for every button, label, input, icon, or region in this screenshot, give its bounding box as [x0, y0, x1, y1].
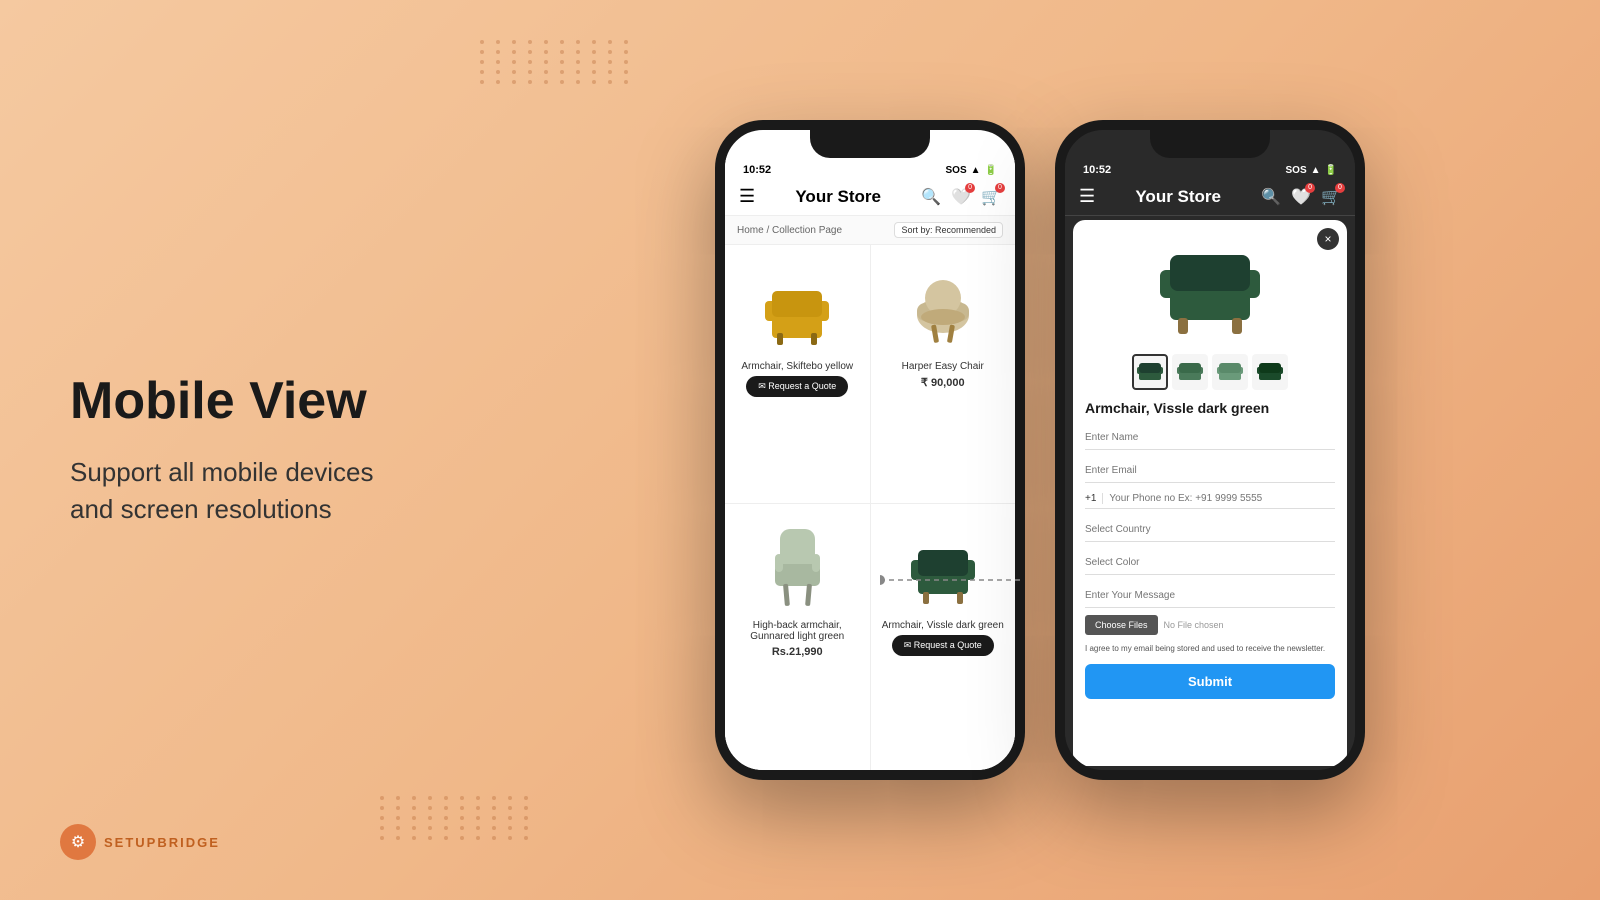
no-file-text: No File chosen: [1164, 620, 1224, 630]
country-input[interactable]: [1085, 524, 1335, 535]
status-icons-light: SOS ▲ 🔋: [946, 165, 997, 176]
phone-light: 10:52 SOS ▲ 🔋 ☰ Your Store 🔍 🤍 0 🛒 0: [715, 120, 1025, 780]
breadcrumb-text: Home / Collection Page: [737, 225, 842, 236]
phone-dark-content: 10:52 SOS ▲ 🔋 ☰ Your Store 🔍 🤍 0 🛒 0: [1065, 158, 1355, 770]
form-field-country: [1085, 515, 1335, 542]
search-icon-light[interactable]: 🔍: [921, 187, 941, 207]
breadcrumb-bar: Home / Collection Page Sort by: Recommen…: [725, 216, 1015, 245]
product-price-3: Rs.21,990: [772, 646, 823, 658]
store-title-light: Your Store: [795, 187, 881, 207]
wifi-icon-dark: ▲: [1311, 165, 1321, 176]
name-input[interactable]: [1085, 432, 1335, 443]
product-image-3: [733, 514, 862, 614]
phone-input[interactable]: [1109, 493, 1335, 504]
form-field-email: [1085, 456, 1335, 483]
thumb-3[interactable]: [1212, 354, 1248, 390]
cart-badge-light: 0: [995, 183, 1005, 193]
email-input[interactable]: [1085, 465, 1335, 476]
phone-notch-dark: [1150, 130, 1270, 158]
product-grid: Armchair, Skiftebo yellow ✉ Request a Qu…: [725, 245, 1015, 770]
product-name-1: Armchair, Skiftebo yellow: [741, 361, 853, 372]
sos-icon-dark: SOS: [1286, 165, 1307, 176]
cart-badge-dark: 0: [1335, 183, 1345, 193]
thumb-4[interactable]: [1252, 354, 1288, 390]
chair-beige-svg: [903, 263, 983, 348]
product-card-4: Armchair, Vissle dark green ✉ Request a …: [871, 504, 1016, 770]
time-light: 10:52: [743, 164, 771, 176]
battery-icon-light: 🔋: [985, 165, 997, 176]
product-card-3: High-back armchair, Gunnared light green…: [725, 504, 870, 770]
chair-yellow-svg: [757, 263, 837, 348]
quote-button-4[interactable]: ✉ Request a Quote: [892, 635, 994, 656]
color-input[interactable]: [1085, 557, 1335, 568]
product-image-1: [733, 255, 862, 355]
left-section: Mobile View Support all mobile devicesan…: [0, 313, 480, 587]
sub-title: Support all mobile devicesand screen res…: [70, 454, 410, 527]
form-field-phone: +1: [1085, 489, 1335, 509]
phone-dark: 10:52 SOS ▲ 🔋 ☰ Your Store 🔍 🤍 0 🛒 0: [1055, 120, 1365, 780]
navbar-dark: ☰ Your Store 🔍 🤍 0 🛒 0: [1065, 178, 1355, 216]
cart-icon-light[interactable]: 🛒 0: [981, 187, 1001, 207]
product-thumbnails: [1073, 350, 1347, 394]
time-dark: 10:52: [1083, 164, 1111, 176]
modal-header: ×: [1073, 220, 1347, 350]
search-icon-dark[interactable]: 🔍: [1261, 187, 1281, 207]
main-title: Mobile View: [70, 373, 410, 430]
status-icons-dark: SOS ▲ 🔋: [1286, 165, 1337, 176]
consent-text: I agree to my email being stored and use…: [1085, 643, 1335, 654]
product-card-2: Harper Easy Chair ₹ 90,000: [871, 245, 1016, 503]
phones-container: 10:52 SOS ▲ 🔋 ☰ Your Store 🔍 🤍 0 🛒 0: [480, 90, 1600, 810]
country-code: +1: [1085, 493, 1103, 504]
sos-icon-light: SOS: [946, 165, 967, 176]
submit-button[interactable]: Submit: [1085, 664, 1335, 699]
navbar-light: ☰ Your Store 🔍 🤍 0 🛒 0: [725, 178, 1015, 216]
brand-icon: ⚙: [60, 824, 96, 860]
brand-logo: ⚙ SETUPBRIDGE: [60, 824, 220, 860]
product-name-3: High-back armchair, Gunnared light green: [733, 620, 862, 642]
brand-text: SETUPBRIDGE: [104, 835, 220, 850]
navbar-icons-dark: 🔍 🤍 0 🛒 0: [1261, 187, 1341, 207]
product-price-2: ₹ 90,000: [921, 376, 965, 389]
navbar-icons-light: 🔍 🤍 0 🛒 0: [921, 187, 1001, 207]
status-bar-light: 10:52 SOS ▲ 🔋: [725, 158, 1015, 178]
dots-top-decoration: [480, 40, 634, 84]
product-image-4: [879, 514, 1008, 614]
product-name-4: Armchair, Vissle dark green: [882, 620, 1004, 631]
battery-icon-dark: 🔋: [1325, 165, 1337, 176]
wishlist-icon-light[interactable]: 🤍 0: [951, 187, 971, 207]
wifi-icon-light: ▲: [971, 165, 981, 176]
wishlist-icon-dark[interactable]: 🤍 0: [1291, 187, 1311, 207]
modal-product-title: Armchair, Vissle dark green: [1073, 394, 1347, 420]
status-bar-dark: 10:52 SOS ▲ 🔋: [1065, 158, 1355, 178]
chair-light-green-svg: [765, 519, 830, 609]
close-button[interactable]: ×: [1317, 228, 1339, 250]
wishlist-badge-light: 0: [965, 183, 975, 193]
menu-icon-light[interactable]: ☰: [739, 186, 755, 207]
form-field-name: [1085, 423, 1335, 450]
form-field-message: [1085, 581, 1335, 608]
quote-button-1[interactable]: ✉ Request a Quote: [746, 376, 848, 397]
thumb-2[interactable]: [1172, 354, 1208, 390]
thumb-1[interactable]: [1132, 354, 1168, 390]
sort-dropdown[interactable]: Sort by: Recommended: [894, 222, 1003, 238]
form-field-color: [1085, 548, 1335, 575]
phone-light-content: 10:52 SOS ▲ 🔋 ☰ Your Store 🔍 🤍 0 🛒 0: [725, 158, 1015, 770]
modal-card: × Armchair, Vi: [1073, 220, 1347, 766]
choose-files-button[interactable]: Choose Files: [1085, 615, 1158, 635]
message-input[interactable]: [1085, 590, 1335, 601]
wishlist-badge-dark: 0: [1305, 183, 1315, 193]
chair-dark-green-svg: [903, 522, 983, 607]
product-card-1: Armchair, Skiftebo yellow ✉ Request a Qu…: [725, 245, 870, 503]
product-image-2: [879, 255, 1008, 355]
menu-icon-dark[interactable]: ☰: [1079, 186, 1095, 207]
store-title-dark: Your Store: [1135, 187, 1221, 207]
product-name-2: Harper Easy Chair: [902, 361, 984, 372]
file-upload-row: Choose Files No File chosen: [1085, 615, 1335, 635]
phone-notch-light: [810, 130, 930, 158]
modal-product-image: [1150, 230, 1270, 340]
cart-icon-dark[interactable]: 🛒 0: [1321, 187, 1341, 207]
